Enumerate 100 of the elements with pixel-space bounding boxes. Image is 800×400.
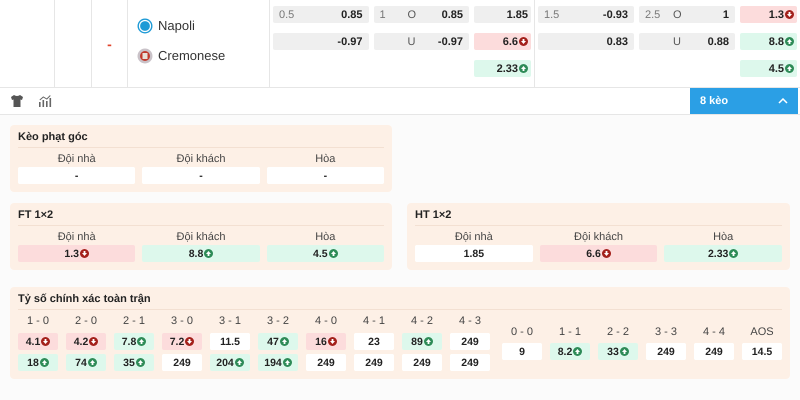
odds-cell: 23	[354, 333, 394, 350]
column-label: Đội nhà	[56, 152, 97, 167]
column-label: Đội nhà	[454, 230, 494, 245]
total-line: 1	[380, 8, 387, 20]
score-label: 1 - 1	[558, 325, 582, 340]
market-title: FT 1×2	[18, 209, 384, 226]
odds-cell: 6.6	[540, 245, 658, 262]
odds-cell: 249	[402, 354, 442, 371]
market-title: Kèo phạt góc	[18, 131, 384, 148]
up-arrow-icon	[620, 347, 629, 356]
up-arrow-icon	[40, 358, 49, 367]
odds-cell: 18	[18, 354, 58, 371]
club-crest-icon	[137, 18, 153, 34]
odds-value[interactable]: -0.97	[438, 36, 463, 48]
down-arrow-icon	[80, 249, 89, 258]
column-label: Đội khách	[573, 230, 624, 245]
up-arrow-icon	[519, 64, 528, 73]
up-arrow-icon	[282, 358, 292, 367]
score-label: 2 - 2	[606, 325, 630, 340]
odds-value[interactable]: 1	[722, 8, 729, 20]
odds-cell: 249	[450, 333, 490, 350]
bar-chart-icon	[38, 94, 53, 108]
odds-cell: 249	[450, 354, 490, 371]
match-score: -	[107, 36, 112, 52]
odds-cell: 2.33	[664, 245, 782, 262]
score-label: 2 - 1	[122, 314, 146, 329]
down-arrow-icon	[185, 337, 194, 346]
shirt-icon	[10, 94, 24, 108]
odds-value[interactable]: -0.97	[337, 36, 362, 48]
odds-cell: -	[18, 167, 136, 184]
score-label: 1 - 0	[26, 314, 50, 329]
odds-cell: 9	[502, 343, 542, 360]
odds-cell: 11.5	[210, 333, 250, 350]
column-label: Hòa	[712, 230, 734, 245]
odds-cell: -	[266, 167, 384, 184]
up-arrow-icon	[424, 337, 433, 346]
odds-value[interactable]: 0.85	[442, 8, 463, 20]
down-arrow-icon	[785, 10, 794, 19]
odds-cell: 249	[646, 343, 686, 360]
column-label: Đội nhà	[56, 230, 97, 245]
down-arrow-icon	[328, 337, 337, 346]
odds-cell: 4.5	[740, 60, 797, 77]
odds-cell: 74	[66, 354, 106, 371]
odds-cell: 4.2	[66, 333, 106, 350]
odds-cell: -	[142, 167, 260, 184]
up-arrow-icon	[729, 249, 738, 258]
club-crest-icon	[137, 48, 153, 64]
odds-cell: 8.8	[740, 33, 797, 50]
down-arrow-icon	[519, 37, 528, 46]
up-arrow-icon	[137, 337, 146, 346]
up-arrow-icon	[785, 37, 794, 46]
score-label: 4 - 4	[702, 325, 726, 340]
handicap-line: 1.5	[544, 8, 560, 20]
total-line: 2.5	[645, 8, 662, 20]
down-arrow-icon	[89, 337, 98, 346]
up-arrow-icon	[88, 358, 97, 367]
market-title: Tỷ số chính xác toàn trận	[18, 293, 782, 310]
odds-cell: 249	[694, 343, 734, 360]
team-name[interactable]: Napoli	[158, 18, 195, 33]
up-arrow-icon	[204, 249, 214, 258]
odds-cell: 16	[306, 333, 346, 350]
over-under-label: U	[673, 36, 681, 48]
score-label: 0 - 0	[510, 325, 534, 340]
odds-cell: 1.3	[18, 245, 136, 262]
odds-cell: 47	[258, 333, 298, 350]
odds-value[interactable]: 0.83	[606, 36, 628, 48]
handicap-line: 0.5	[279, 8, 296, 20]
odds-cell: 204	[210, 354, 250, 371]
odds-cell: 2.33	[474, 60, 531, 77]
up-arrow-icon	[328, 249, 338, 258]
odds-value[interactable]: -0.93	[602, 8, 628, 20]
odds-cell: 1.85	[415, 245, 533, 262]
score-label: 3 - 0	[170, 314, 194, 329]
column-label: Hòa	[314, 152, 336, 167]
odds-cell: 4.5	[266, 245, 384, 262]
score-label: 4 - 0	[314, 314, 338, 329]
up-arrow-icon	[136, 358, 145, 367]
odds-cell: 8.8	[142, 245, 260, 262]
odds-value[interactable]: 0.88	[708, 36, 729, 48]
odds-cell: 1.3	[740, 6, 797, 23]
score-label: 3 - 1	[218, 314, 242, 329]
over-under-label: O	[408, 8, 416, 20]
odds-cell: 14.5	[742, 343, 782, 360]
odds-cell: 6.6	[474, 33, 531, 50]
odds-cell: 4.1	[18, 333, 58, 350]
column-label: Đội khách	[176, 152, 226, 167]
down-arrow-icon	[602, 249, 611, 258]
column-label: Hòa	[314, 230, 336, 245]
odds-cell: 249	[354, 354, 394, 371]
up-arrow-icon	[785, 64, 794, 73]
odds-cell: 8.2	[550, 343, 590, 360]
market-title: HT 1×2	[415, 209, 782, 226]
odds-cell: 194	[258, 354, 298, 371]
odds-cell: 249	[162, 354, 202, 371]
up-arrow-icon	[573, 347, 582, 356]
score-label: 2 - 0	[74, 314, 98, 329]
odds-value[interactable]: 0.85	[341, 8, 362, 20]
score-label: 4 - 3	[458, 314, 482, 329]
odds-cell: 249	[306, 354, 346, 371]
team-name[interactable]: Cremonese	[158, 48, 226, 63]
